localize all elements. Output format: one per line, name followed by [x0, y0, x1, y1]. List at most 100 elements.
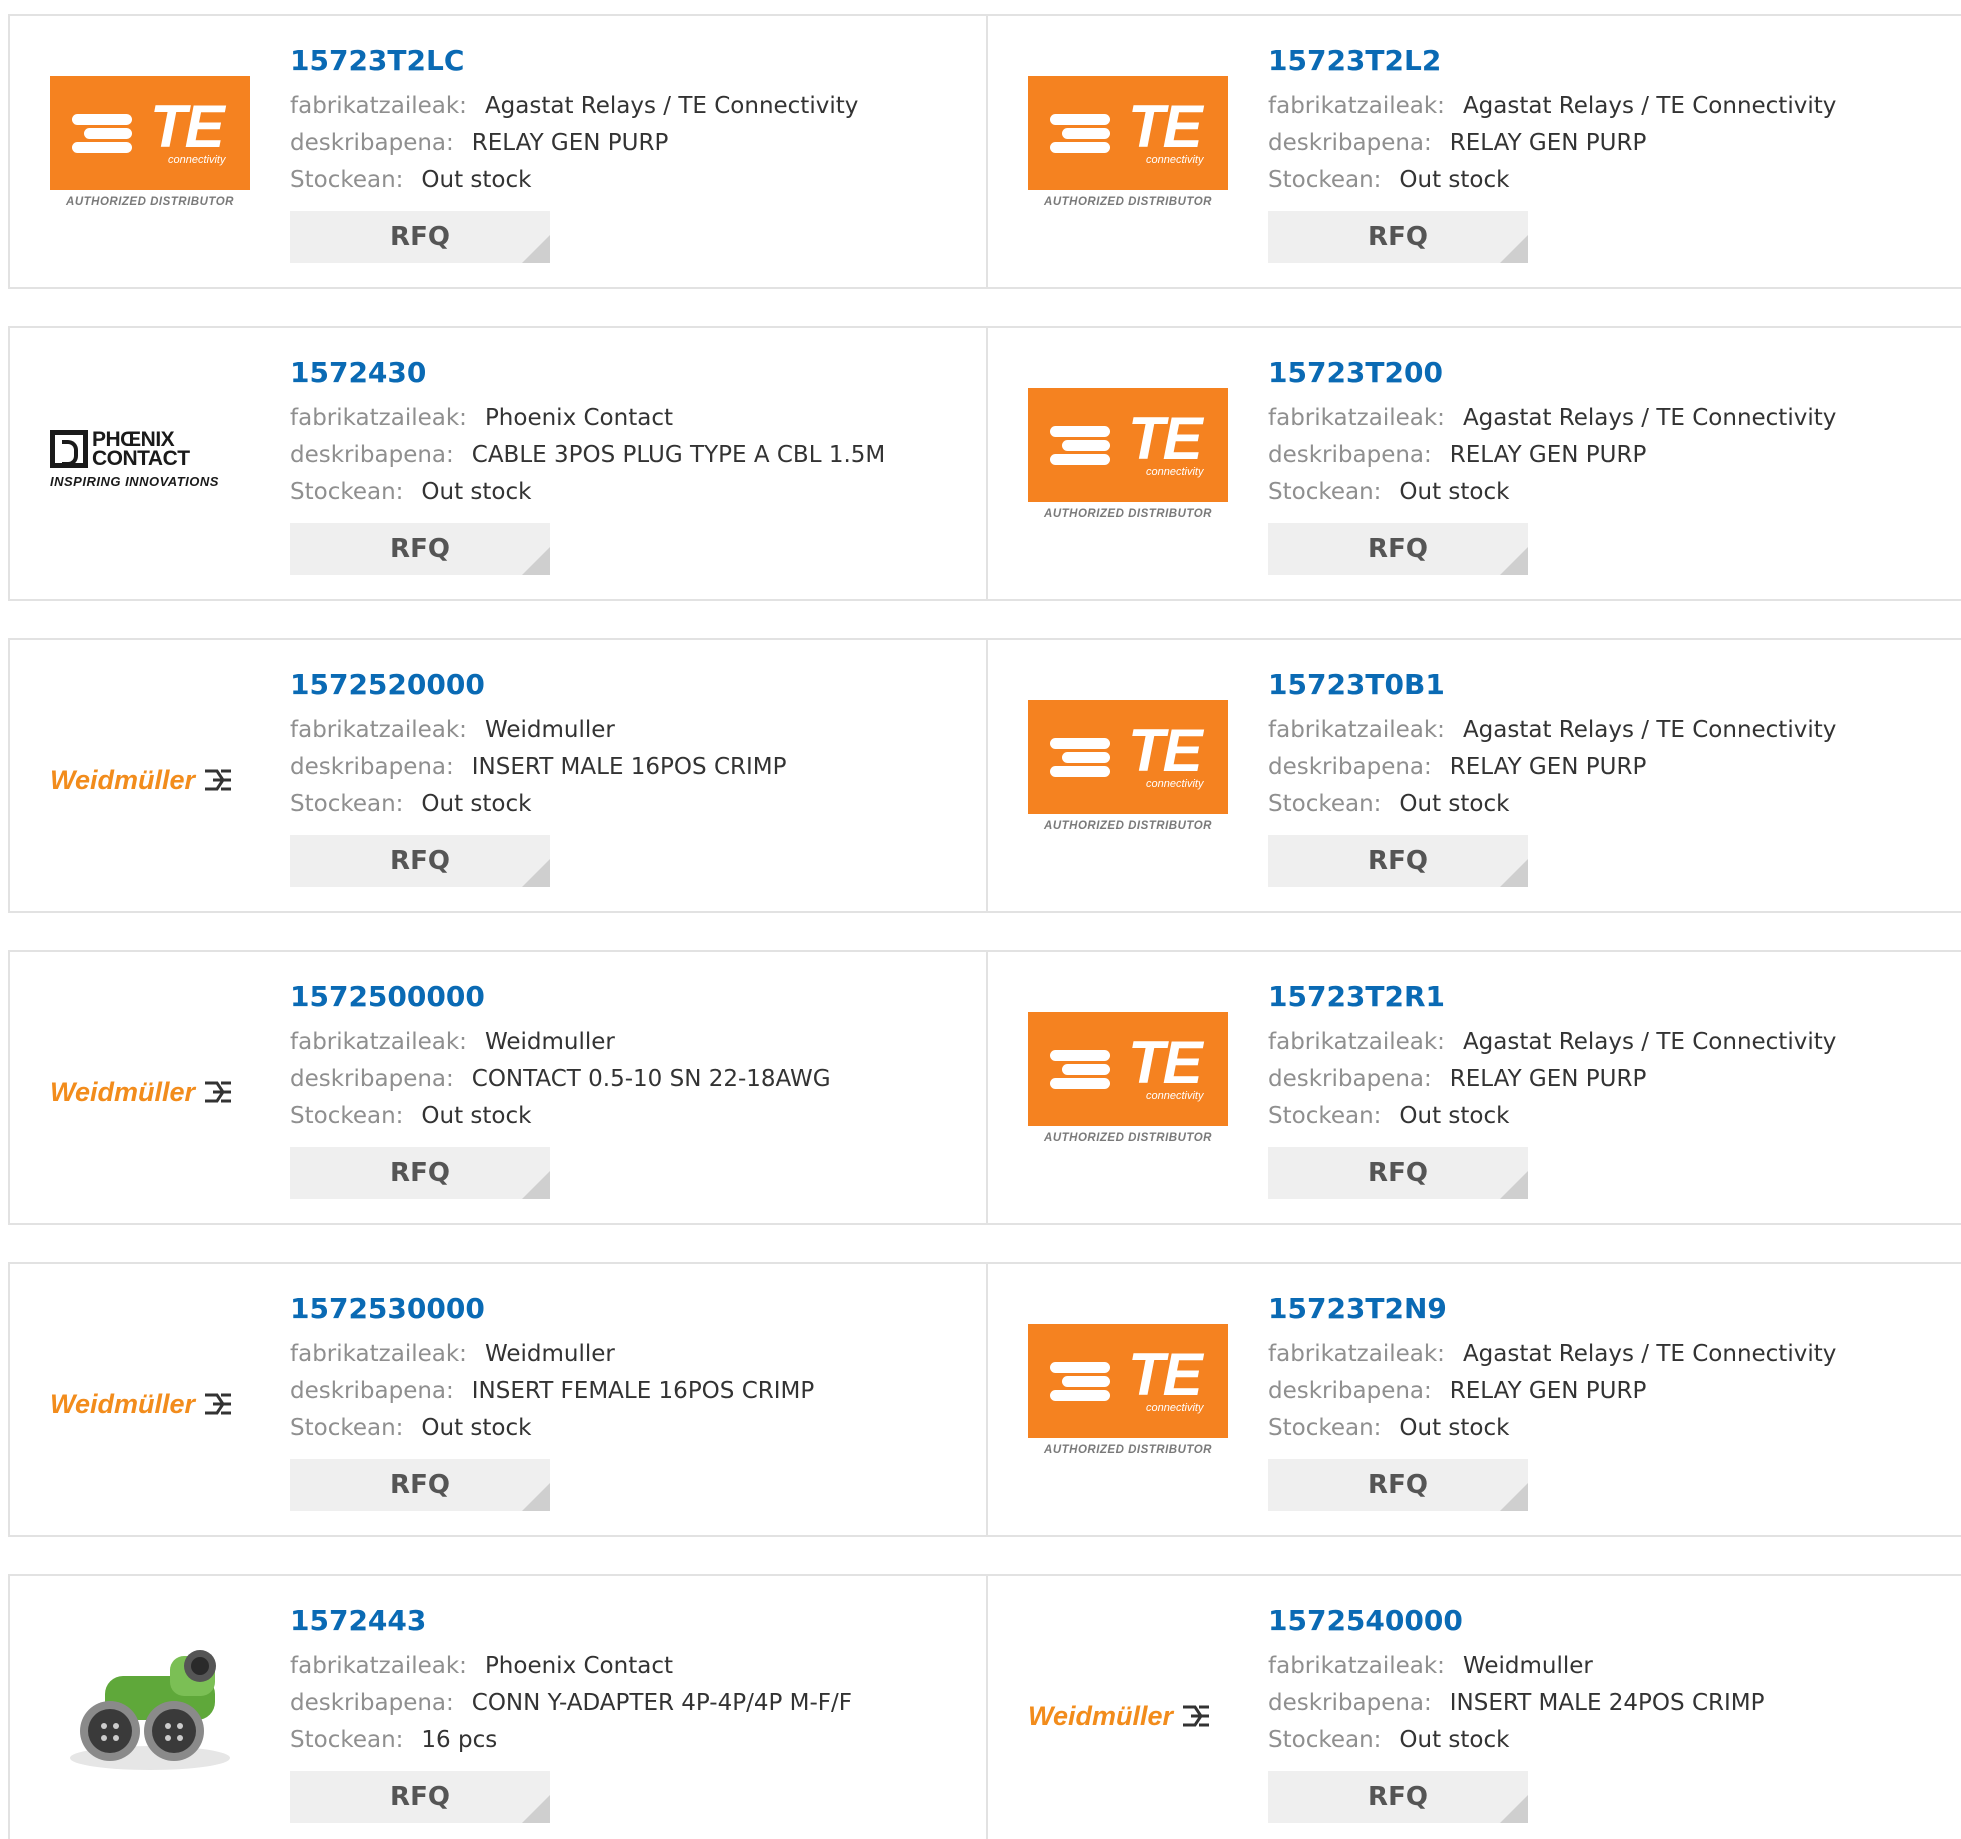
manufacturer-label: fabrikatzaileak:	[290, 717, 467, 743]
part-number-link[interactable]: 1572443	[290, 1602, 852, 1640]
description-label: deskribapena:	[1268, 1066, 1432, 1092]
rfq-button[interactable]: RFQ	[1268, 211, 1528, 263]
stock-label: Stockean:	[1268, 1415, 1382, 1441]
stock-value: Out stock	[421, 1415, 532, 1441]
description-label: deskribapena:	[290, 1690, 454, 1716]
rfq-button[interactable]: RFQ	[290, 211, 550, 263]
product-card: TE connectivity AUTHORIZED DISTRIBUTOR 1…	[986, 326, 1961, 601]
description-label: deskribapena:	[1268, 1378, 1432, 1404]
manufacturer-label: fabrikatzaileak:	[1268, 1341, 1445, 1367]
rfq-button[interactable]: RFQ	[290, 835, 550, 887]
manufacturer-value: Weidmuller	[484, 1341, 615, 1367]
te-connectivity-logo: TE connectivity AUTHORIZED DISTRIBUTOR	[1028, 1012, 1228, 1162]
te-connectivity-logo: TE connectivity AUTHORIZED DISTRIBUTOR	[50, 76, 250, 226]
stock-label: Stockean:	[290, 1727, 404, 1753]
rfq-button[interactable]: RFQ	[290, 1147, 550, 1199]
stock-label: Stockean:	[1268, 1103, 1382, 1129]
part-number-link[interactable]: 1572500000	[290, 978, 831, 1016]
product-card: TE connectivity AUTHORIZED DISTRIBUTOR 1…	[986, 950, 1961, 1225]
part-number-link[interactable]: 15723T2LC	[290, 42, 858, 80]
stock-value: Out stock	[1399, 479, 1510, 505]
manufacturer-value: Weidmuller	[484, 1029, 615, 1055]
part-number-link[interactable]: 15723T2L2	[1268, 42, 1836, 80]
manufacturer-value: Agastat Relays / TE Connectivity	[1462, 717, 1837, 743]
product-card: TE connectivity AUTHORIZED DISTRIBUTOR 1…	[986, 14, 1961, 289]
rfq-button[interactable]: RFQ	[290, 1771, 550, 1823]
stock-label: Stockean:	[1268, 1727, 1382, 1753]
rfq-button[interactable]: RFQ	[290, 1459, 550, 1511]
manufacturer-value: Agastat Relays / TE Connectivity	[484, 93, 859, 119]
part-number-link[interactable]: 15723T0B1	[1268, 666, 1836, 704]
description-value: RELAY GEN PURP	[1449, 130, 1647, 156]
stock-value: Out stock	[1399, 1727, 1510, 1753]
rfq-button[interactable]: RFQ	[290, 523, 550, 575]
stock-value: Out stock	[1399, 1103, 1510, 1129]
part-number-link[interactable]: 1572530000	[290, 1290, 814, 1328]
manufacturer-label: fabrikatzaileak:	[290, 1341, 467, 1367]
manufacturer-label: fabrikatzaileak:	[290, 93, 467, 119]
manufacturer-value: Weidmuller	[1462, 1653, 1593, 1679]
rfq-button[interactable]: RFQ	[1268, 523, 1528, 575]
te-connectivity-logo: TE connectivity AUTHORIZED DISTRIBUTOR	[1028, 700, 1228, 850]
weidmuller-mark-icon	[1183, 1705, 1210, 1727]
description-label: deskribapena:	[290, 442, 454, 468]
description-label: deskribapena:	[290, 1066, 454, 1092]
product-card: TE connectivity AUTHORIZED DISTRIBUTOR 1…	[986, 638, 1961, 913]
phoenix-contact-logo: PHŒNIX CONTACT INSPIRING INNOVATIONS	[50, 428, 219, 489]
part-number-link[interactable]: 15723T2R1	[1268, 978, 1836, 1016]
weidmuller-mark-icon	[205, 1081, 232, 1103]
stock-value: Out stock	[1399, 791, 1510, 817]
part-number-link[interactable]: 15723T2N9	[1268, 1290, 1836, 1328]
weidmuller-mark-icon	[205, 769, 232, 791]
part-number-link[interactable]: 15723T200	[1268, 354, 1836, 392]
stock-value: Out stock	[1399, 167, 1510, 193]
rfq-button[interactable]: RFQ	[1268, 835, 1528, 887]
manufacturer-value: Phoenix Contact	[484, 1653, 673, 1679]
manufacturer-label: fabrikatzaileak:	[1268, 93, 1445, 119]
manufacturer-label: fabrikatzaileak:	[290, 405, 467, 431]
stock-label: Stockean:	[1268, 167, 1382, 193]
description-value: RELAY GEN PURP	[1449, 1066, 1647, 1092]
manufacturer-label: fabrikatzaileak:	[1268, 1653, 1445, 1679]
weidmuller-logo: Weidmüller	[50, 1324, 250, 1474]
part-number-link[interactable]: 1572430	[290, 354, 885, 392]
stock-value: Out stock	[421, 479, 532, 505]
product-card: 1572443 fabrikatzaileak: Phoenix Contact …	[8, 1574, 988, 1839]
te-connectivity-logo: TE connectivity AUTHORIZED DISTRIBUTOR	[1028, 76, 1228, 226]
stock-value: Out stock	[421, 167, 532, 193]
rfq-button[interactable]: RFQ	[1268, 1147, 1528, 1199]
manufacturer-label: fabrikatzaileak:	[1268, 1029, 1445, 1055]
product-card: Weidmüller 1572520000 fabrikatzaileak: We…	[8, 638, 988, 913]
product-card: TE connectivity AUTHORIZED DISTRIBUTOR 1…	[8, 14, 988, 289]
description-label: deskribapena:	[1268, 442, 1432, 468]
manufacturer-value: Agastat Relays / TE Connectivity	[1462, 1341, 1837, 1367]
product-card: Weidmüller 1572500000 fabrikatzaileak: We…	[8, 950, 988, 1225]
manufacturer-label: fabrikatzaileak:	[290, 1653, 467, 1679]
stock-label: Stockean:	[290, 479, 404, 505]
description-label: deskribapena:	[1268, 754, 1432, 780]
stock-value: Out stock	[421, 1103, 532, 1129]
product-card: Weidmüller 1572540000 fabrikatzaileak: We…	[986, 1574, 1961, 1839]
manufacturer-label: fabrikatzaileak:	[1268, 717, 1445, 743]
manufacturer-value: Agastat Relays / TE Connectivity	[1462, 93, 1837, 119]
description-value: INSERT MALE 24POS CRIMP	[1449, 1690, 1765, 1716]
description-label: deskribapena:	[1268, 130, 1432, 156]
rfq-button[interactable]: RFQ	[1268, 1771, 1528, 1823]
stock-value: 16 pcs	[421, 1727, 498, 1753]
manufacturer-value: Agastat Relays / TE Connectivity	[1462, 405, 1837, 431]
weidmuller-logo: Weidmüller	[1028, 1636, 1228, 1786]
description-value: RELAY GEN PURP	[1449, 754, 1647, 780]
manufacturer-label: fabrikatzaileak:	[1268, 405, 1445, 431]
rfq-button[interactable]: RFQ	[1268, 1459, 1528, 1511]
description-value: RELAY GEN PURP	[471, 130, 669, 156]
stock-value: Out stock	[1399, 1415, 1510, 1441]
weidmuller-logo: Weidmüller	[50, 700, 250, 850]
product-grid: TE connectivity AUTHORIZED DISTRIBUTOR 1…	[0, 0, 1961, 1839]
stock-label: Stockean:	[1268, 791, 1382, 817]
description-label: deskribapena:	[290, 1378, 454, 1404]
part-number-link[interactable]: 1572540000	[1268, 1602, 1764, 1640]
part-number-link[interactable]: 1572520000	[290, 666, 786, 704]
te-connectivity-logo: TE connectivity AUTHORIZED DISTRIBUTOR	[1028, 388, 1228, 538]
description-value: RELAY GEN PURP	[1449, 1378, 1647, 1404]
description-value: CABLE 3POS PLUG TYPE A CBL 1.5M	[471, 442, 886, 468]
